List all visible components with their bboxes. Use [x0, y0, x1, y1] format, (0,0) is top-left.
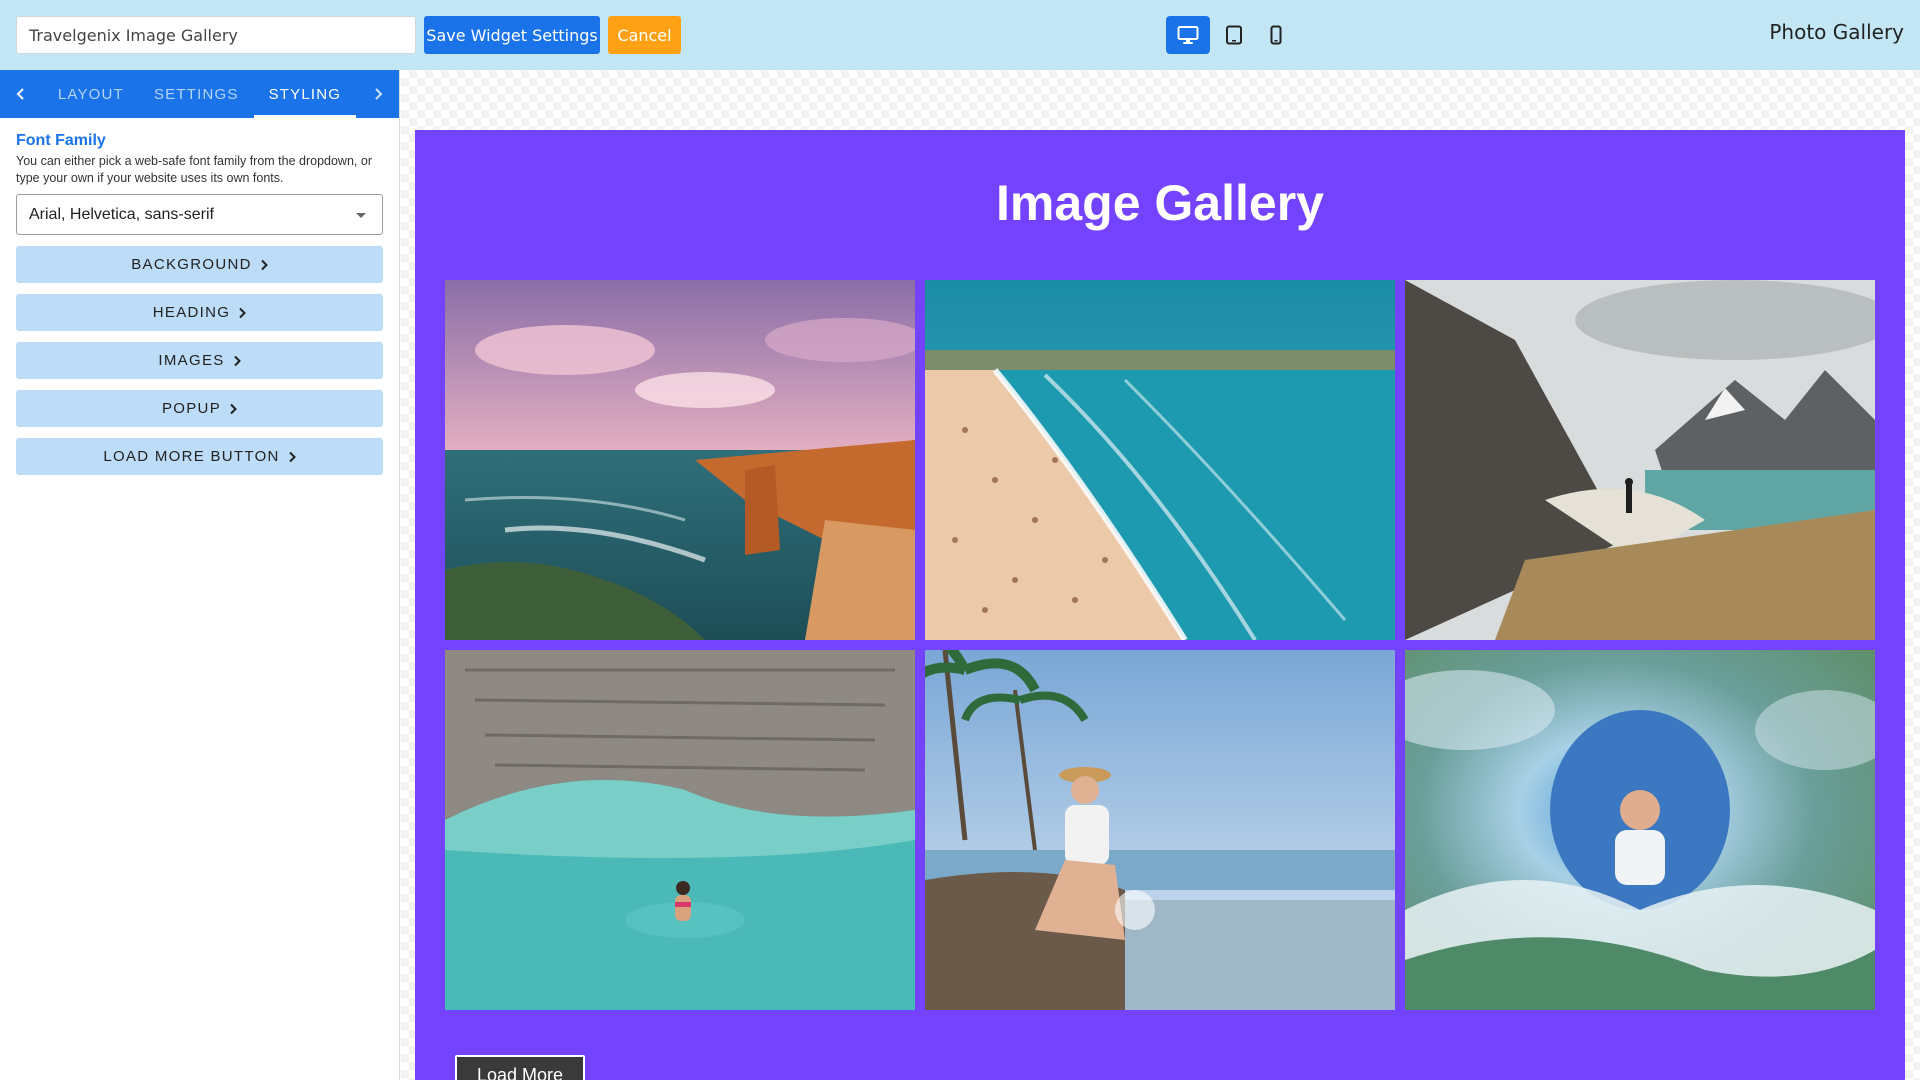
mobile-icon: [1270, 25, 1282, 45]
section-label: BACKGROUND: [131, 256, 252, 273]
desktop-view-button[interactable]: [1166, 16, 1210, 54]
images-section-button[interactable]: IMAGES: [16, 342, 383, 379]
chevron-right-icon: [229, 403, 237, 415]
tablet-view-button[interactable]: [1212, 16, 1256, 54]
chevron-right-icon: [233, 355, 241, 367]
gallery-image-coastal-cliffs[interactable]: [445, 280, 915, 640]
chevron-right-icon: [288, 451, 296, 463]
desktop-icon: [1177, 26, 1199, 44]
gallery-image-mountain-fjord[interactable]: [1405, 280, 1875, 640]
app-title: Photo Gallery: [1769, 20, 1904, 44]
load-more-button-section-button[interactable]: LOAD MORE BUTTON: [16, 438, 383, 475]
gallery-image-crowded-beach[interactable]: [925, 280, 1395, 640]
chevron-right-icon: [238, 307, 247, 319]
font-family-title: Font Family: [16, 132, 106, 149]
heading-section-button[interactable]: HEADING: [16, 294, 383, 331]
caret-down-icon: [356, 213, 366, 218]
chevron-right-icon: [260, 259, 268, 271]
save-widget-settings-button[interactable]: Save Widget Settings: [424, 16, 600, 54]
tablet-icon: [1226, 25, 1242, 45]
cancel-button[interactable]: Cancel: [608, 16, 681, 54]
section-label: LOAD MORE BUTTON: [103, 448, 280, 465]
chevron-left-icon: [17, 88, 25, 100]
settings-sidebar: LAYOUT SETTINGS STYLING Font Family You …: [0, 70, 400, 1080]
image-grid: [445, 280, 1875, 1010]
mobile-view-button[interactable]: [1254, 16, 1298, 54]
tabs-next-button[interactable]: [356, 70, 399, 118]
gallery-widget-preview: Image Gallery Load More: [415, 130, 1905, 1080]
gallery-image-underwater-wave[interactable]: [1405, 650, 1875, 1010]
tab-settings[interactable]: SETTINGS: [139, 70, 254, 118]
load-more-button[interactable]: Load More: [455, 1055, 585, 1080]
widget-name-input[interactable]: [16, 16, 416, 54]
background-section-button[interactable]: BACKGROUND: [16, 246, 383, 283]
tabs-prev-button[interactable]: [0, 70, 43, 118]
chevron-right-icon: [374, 88, 382, 100]
tab-styling[interactable]: STYLING: [253, 70, 357, 118]
popup-section-button[interactable]: POPUP: [16, 390, 383, 427]
font-family-value: Arial, Helvetica, sans-serif: [29, 205, 214, 223]
gallery-image-tropical-beach[interactable]: [925, 650, 1395, 1010]
section-label: IMAGES: [158, 352, 225, 369]
section-label: HEADING: [152, 304, 231, 321]
styling-panel: Font Family You can either pick a web-sa…: [0, 118, 399, 489]
settings-tabs: LAYOUT SETTINGS STYLING: [0, 70, 399, 118]
tab-layout[interactable]: LAYOUT: [43, 70, 139, 118]
top-bar: Save Widget Settings Cancel Photo Galler…: [0, 0, 1920, 70]
font-family-help: You can either pick a web-safe font fami…: [16, 154, 372, 185]
gallery-image-turquoise-lagoon[interactable]: [445, 650, 915, 1010]
font-family-select[interactable]: Arial, Helvetica, sans-serif: [16, 194, 383, 235]
gallery-heading: Image Gallery: [996, 175, 1324, 231]
section-label: POPUP: [161, 400, 221, 417]
